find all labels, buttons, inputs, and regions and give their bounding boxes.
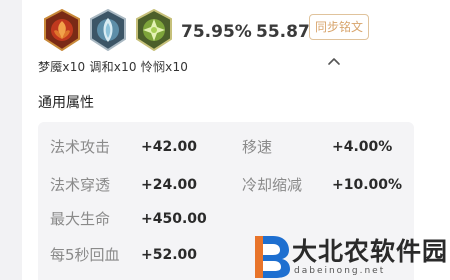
rune-percent-1: 75.95% — [181, 22, 252, 42]
stat-label: 最大生命 — [50, 210, 111, 228]
stat-value: +450.00 — [141, 211, 207, 227]
stat-label: 冷却缩减 — [242, 176, 303, 194]
section-title: 通用属性 — [38, 95, 94, 111]
blue-rune-icon[interactable] — [88, 9, 128, 51]
stat-label: 法术攻击 — [50, 138, 111, 156]
sync-runes-button[interactable]: 同步铭文 — [309, 14, 369, 40]
watermark-subtitle: dabeinong.net — [294, 266, 386, 276]
rune-summary: 梦魇x10 调和x10 怜悯x10 — [38, 6, 438, 86]
stat-value: +24.00 — [141, 177, 198, 193]
stat-value: +4.00% — [332, 139, 393, 155]
watermark-title: 大北农软件园 — [292, 237, 449, 266]
watermark-logo-icon — [251, 234, 291, 278]
left-rail — [0, 0, 22, 280]
watermark: 大北农软件园 dabeinong.net — [246, 232, 450, 280]
stat-value: +52.00 — [141, 247, 198, 263]
stat-label: 每5秒回血 — [50, 246, 120, 264]
stat-label: 移速 — [242, 138, 273, 156]
chevron-up-icon[interactable] — [327, 54, 341, 68]
green-rune-icon[interactable] — [134, 9, 174, 51]
rune-counts: 梦魇x10 调和x10 怜悯x10 — [38, 60, 189, 74]
red-rune-icon[interactable] — [42, 9, 82, 51]
stat-value: +42.00 — [141, 139, 198, 155]
stat-label: 法术穿透 — [50, 176, 111, 194]
stat-value: +10.00% — [332, 177, 403, 193]
